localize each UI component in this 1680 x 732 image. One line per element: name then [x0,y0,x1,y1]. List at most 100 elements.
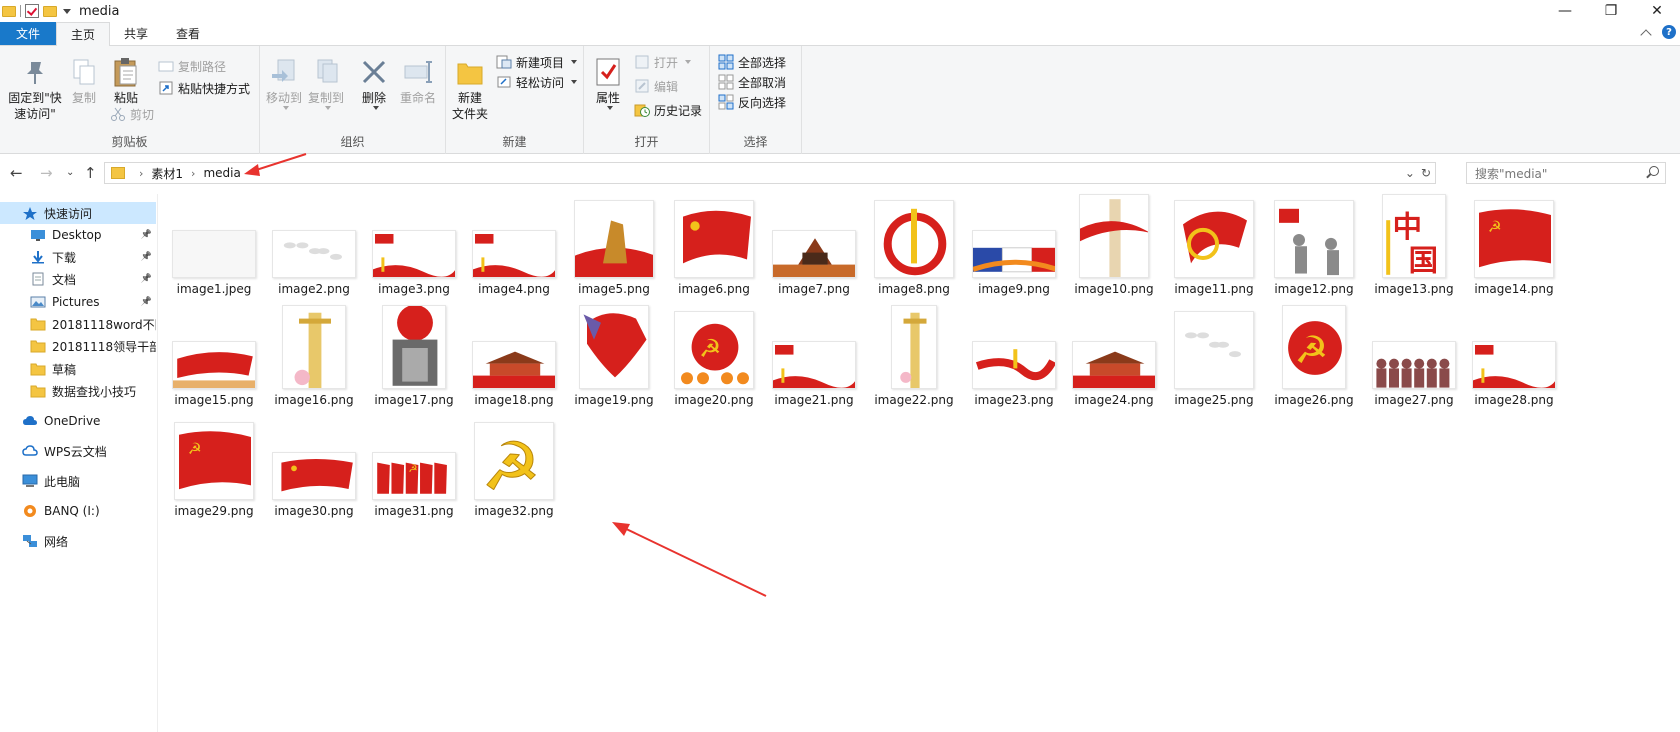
address-bar[interactable]: › 素材1 › media ⌄ ↻ [104,162,1436,184]
file-item[interactable]: image10.png [1064,188,1164,300]
minimize-button[interactable]: — [1542,0,1588,22]
file-item[interactable]: image28.png [1464,299,1564,411]
file-item[interactable]: ☭ image14.png [1464,188,1564,300]
file-item[interactable]: image25.png [1164,299,1264,411]
cut-button[interactable]: 剪切 [110,104,154,124]
pin-icon [19,56,51,88]
maximize-button[interactable]: ❐ [1588,0,1634,22]
file-item[interactable]: image18.png [464,299,564,411]
close-button[interactable]: ✕ [1634,0,1680,22]
file-item[interactable]: image4.png [464,188,564,300]
file-item[interactable]: image9.png [964,188,1064,300]
sidebar-item[interactable]: Pictures 📌 [0,291,156,313]
copy-path-button[interactable]: 复制路径 [158,56,226,76]
move-to-button[interactable]: 移动到 [264,56,304,110]
properties-check-icon[interactable] [25,4,39,18]
thumbnail-frame [1264,188,1364,278]
sidebar-item[interactable]: WPS云文档 [0,440,156,462]
file-item[interactable]: image22.png [864,299,964,411]
breadcrumb-separator-icon[interactable]: › [191,167,195,180]
file-name: image16.png [274,393,354,407]
file-item[interactable]: image5.png [564,188,664,300]
select-none-button[interactable]: 全部取消 [718,72,786,92]
help-icon[interactable]: ? [1662,25,1676,39]
sidebar-item[interactable]: BANQ (I:) [0,500,156,522]
new-folder-button[interactable]: 新建 文件夹 [450,56,490,122]
sidebar-item[interactable]: Desktop 📌 [0,224,156,246]
sidebar-item[interactable]: 草稿 [0,358,156,380]
collapse-ribbon-icon[interactable] [1640,28,1652,41]
copy-to-button[interactable]: 复制到 [306,56,346,110]
breadcrumb-item-current[interactable]: media [203,166,240,180]
file-item[interactable]: image27.png [1364,299,1464,411]
edit-button[interactable]: 编辑 [634,76,678,96]
properties-button[interactable]: 属性 [590,56,626,110]
easy-access-button[interactable]: 轻松访问 [496,72,578,92]
address-bar-controls: ⌄ ↻ [1405,163,1435,183]
history-button[interactable]: 历史记录 [634,100,702,120]
file-item[interactable]: image6.png [664,188,764,300]
file-item[interactable]: ☭ image26.png [1264,299,1364,411]
paste-shortcut-button[interactable]: 粘贴快捷方式 [158,78,250,98]
file-item[interactable]: image8.png [864,188,964,300]
tab-share[interactable]: 共享 [110,22,162,45]
history-icon [634,102,650,118]
address-history-chevron-icon[interactable]: ⌄ [1405,166,1415,180]
file-item[interactable]: image24.png [1064,299,1164,411]
file-item[interactable]: 中国 image13.png [1364,188,1464,300]
forward-arrow-icon[interactable]: → [40,164,53,182]
rename-button[interactable]: 重命名 [396,56,440,106]
file-item[interactable]: image19.png [564,299,664,411]
file-item[interactable]: image7.png [764,188,864,300]
recent-locations-chevron-icon[interactable]: ⌄ [66,167,74,178]
file-item[interactable]: ☭ image20.png [664,299,764,411]
file-item[interactable]: image21.png [764,299,864,411]
refresh-icon[interactable]: ↻ [1421,166,1431,180]
sidebar-item[interactable]: 此电脑 [0,470,156,492]
sidebar-item[interactable]: 20181118领导干部 [0,335,156,357]
file-item[interactable]: image1.jpeg [164,188,264,300]
breadcrumb-separator-icon[interactable]: › [139,167,143,180]
svg-text:中: 中 [1393,210,1422,244]
thumbnail-frame [1364,299,1464,389]
file-item[interactable]: image30.png [264,410,364,522]
sidebar-item[interactable]: 网络 [0,530,156,552]
new-folder-icon[interactable] [43,5,57,17]
search-input[interactable]: 搜索"media" [1466,162,1666,184]
new-item-button[interactable]: 新建项目 [496,52,578,72]
tab-home[interactable]: 主页 [56,22,111,46]
file-item[interactable]: image2.png [264,188,364,300]
up-arrow-icon[interactable]: ↑ [84,164,97,182]
file-item[interactable]: image23.png [964,299,1064,411]
open-button[interactable]: 打开 [634,52,692,72]
file-item[interactable]: image16.png [264,299,364,411]
file-item[interactable]: ☭ image29.png [164,410,264,522]
file-item[interactable]: image3.png [364,188,464,300]
file-item[interactable]: image17.png [364,299,464,411]
sidebar-item[interactable]: OneDrive [0,410,156,432]
file-item[interactable]: ☭ image32.png [464,410,564,522]
file-item[interactable]: image12.png [1264,188,1364,300]
sidebar-item[interactable]: 快速访问 [0,202,156,224]
tab-view[interactable]: 查看 [162,22,214,45]
paste-button[interactable]: 粘贴 [104,56,148,106]
rename-label: 重命名 [399,91,436,105]
back-arrow-icon[interactable]: ← [10,164,23,182]
customize-toolbar-dropdown-icon[interactable] [63,8,71,14]
tab-file[interactable]: 文件 [0,22,56,45]
file-item[interactable]: image15.png [164,299,264,411]
select-all-button[interactable]: 全部选择 [718,52,786,72]
pin-quick-access-button[interactable]: 固定到"快 速访问" [4,56,66,122]
copy-button[interactable]: 复制 [66,56,102,106]
sidebar-item[interactable]: 20181118word不限 [0,313,156,335]
breadcrumb-item[interactable]: 素材1 [151,165,183,182]
file-thumbnail [579,305,649,389]
file-item[interactable]: image11.png [1164,188,1264,300]
invert-selection-button[interactable]: 反向选择 [718,92,786,112]
file-item[interactable]: ☭ image31.png [364,410,464,522]
thumbnail-frame [164,299,264,389]
sidebar-item[interactable]: 下载 📌 [0,246,156,268]
delete-button[interactable]: 删除 [356,56,392,110]
sidebar-item[interactable]: 数据查找小技巧 [0,380,156,402]
sidebar-item[interactable]: 文档 📌 [0,268,156,290]
